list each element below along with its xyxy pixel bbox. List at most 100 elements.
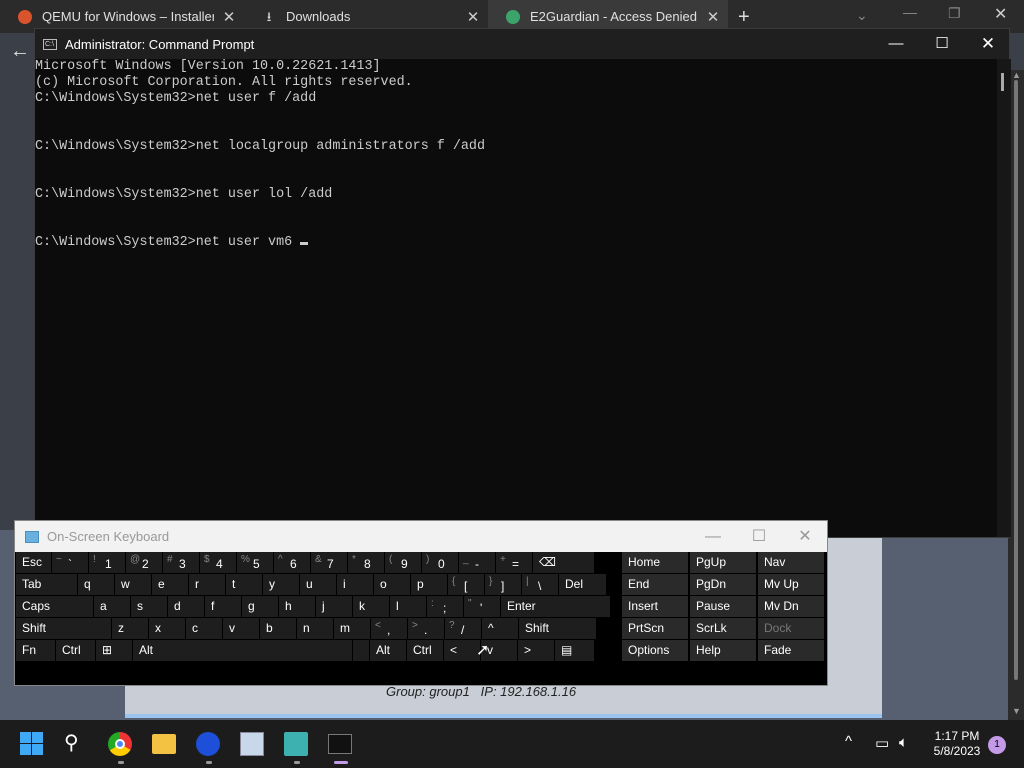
key--[interactable]: ^ — [482, 618, 518, 639]
volume-icon[interactable]: 🔈︎ — [899, 734, 908, 751]
key-u[interactable]: u — [300, 574, 336, 595]
terminal-icon[interactable] — [328, 734, 352, 754]
key-4[interactable]: $4 — [200, 552, 236, 573]
sonic-app-icon[interactable] — [196, 732, 220, 756]
command-prompt-window[interactable]: C:\ Administrator: Command Prompt — ☐ ✕ … — [34, 28, 1011, 538]
key--[interactable]: + = — [496, 552, 532, 573]
network-icon[interactable]: ▭ — [875, 734, 889, 752]
key-esc[interactable]: Esc — [16, 552, 51, 573]
key-z[interactable]: z — [112, 618, 148, 639]
key--[interactable]: ▤ — [555, 640, 594, 661]
new-tab-button[interactable]: + — [738, 6, 750, 29]
key--[interactable]: ⌫ — [533, 552, 594, 573]
key-q[interactable]: q — [78, 574, 114, 595]
key-v[interactable]: v — [223, 618, 259, 639]
key-5[interactable]: % 5 — [237, 552, 273, 573]
key--[interactable]: _ - — [459, 552, 495, 573]
key-s[interactable]: s — [131, 596, 167, 617]
key-f[interactable]: f — [205, 596, 241, 617]
cmd-scrollbar[interactable] — [997, 59, 1011, 537]
osk-title-bar[interactable]: On-Screen Keyboard — ☐ ✕ — [15, 521, 827, 552]
key-i[interactable]: i — [337, 574, 373, 595]
chrome-icon[interactable] — [108, 732, 132, 756]
key-n[interactable]: n — [297, 618, 333, 639]
key-a[interactable]: a — [94, 596, 130, 617]
key-help[interactable]: Help — [690, 640, 756, 661]
key-m[interactable]: m — [334, 618, 370, 639]
key-r[interactable]: r — [189, 574, 225, 595]
key--[interactable]: <, — [371, 618, 407, 639]
key--[interactable]: > — [518, 640, 554, 661]
key-pause[interactable]: Pause — [690, 596, 756, 617]
close-icon[interactable]: ✕ — [994, 4, 1007, 24]
key--[interactable]: | \ — [522, 574, 558, 595]
key-2[interactable]: @2 — [126, 552, 162, 573]
key-0[interactable]: ) 0 — [422, 552, 458, 573]
key-options[interactable]: Options — [622, 640, 688, 661]
key--[interactable]: ⊞ — [96, 640, 132, 661]
key-d[interactable]: d — [168, 596, 204, 617]
network-monitor-icon[interactable] — [240, 732, 264, 756]
tab-search-icon[interactable]: ⌄ — [856, 7, 868, 24]
key-prtscn[interactable]: PrtScn — [622, 618, 688, 639]
key-alt[interactable]: Alt — [133, 640, 352, 661]
osk-maximize-button[interactable]: ☐ — [736, 521, 782, 552]
restore-icon[interactable]: ❐ — [948, 5, 961, 22]
scroll-thumb[interactable] — [1014, 80, 1018, 680]
key-8[interactable]: * 8 — [348, 552, 384, 573]
scroll-up-icon[interactable]: ▲ — [1012, 70, 1021, 80]
key-b[interactable]: b — [260, 618, 296, 639]
cmd-maximize-button[interactable]: ☐ — [919, 29, 965, 59]
key-pgup[interactable]: PgUp — [690, 552, 756, 573]
file-explorer-icon[interactable] — [152, 734, 176, 754]
key-ctrl[interactable]: Ctrl — [56, 640, 95, 661]
key-6[interactable]: ^ 6 — [274, 552, 310, 573]
minimize-icon[interactable]: — — [903, 4, 917, 20]
key-caps[interactable]: Caps — [16, 596, 93, 617]
key-7[interactable]: & 7 — [311, 552, 347, 573]
key-scrlk[interactable]: ScrLk — [690, 618, 756, 639]
close-tab-icon[interactable]: ✕ — [214, 8, 244, 26]
cmd-close-button[interactable]: ✕ — [965, 29, 1011, 59]
key-e[interactable]: e — [152, 574, 188, 595]
key-1[interactable]: ! 1 — [89, 552, 125, 573]
chevron-up-icon[interactable]: ^ — [845, 733, 852, 750]
key-p[interactable]: p — [411, 574, 447, 595]
notification-badge[interactable]: 1 — [988, 736, 1006, 754]
key-ctrl[interactable]: Ctrl — [407, 640, 443, 661]
key-t[interactable]: t — [226, 574, 262, 595]
search-icon[interactable]: ⚲ — [64, 732, 88, 756]
key-y[interactable]: y — [263, 574, 299, 595]
key-k[interactable]: k — [353, 596, 389, 617]
key-fade[interactable]: Fade — [758, 640, 824, 661]
key-9[interactable]: (9 — [385, 552, 421, 573]
key-j[interactable]: j — [316, 596, 352, 617]
key-nav[interactable]: Nav — [758, 552, 824, 573]
app-icon[interactable] — [284, 732, 308, 756]
cmd-title-bar[interactable]: C:\ Administrator: Command Prompt — ☐ ✕ — [35, 29, 1009, 59]
key-tab[interactable]: Tab — [16, 574, 77, 595]
key-shift[interactable]: Shift — [16, 618, 111, 639]
key-del[interactable]: Del — [559, 574, 606, 595]
key-c[interactable]: c — [186, 618, 222, 639]
key--[interactable]: }] — [485, 574, 521, 595]
on-screen-keyboard[interactable]: On-Screen Keyboard — ☐ ✕ Esc ~ `! 1 @2 #3 $4% 5… — [14, 520, 828, 686]
key-insert[interactable]: Insert — [622, 596, 688, 617]
key-space[interactable] — [353, 640, 369, 661]
back-arrow-icon[interactable]: ← — [10, 40, 30, 63]
cmd-scroll-thumb[interactable] — [1001, 73, 1004, 91]
cmd-minimize-button[interactable]: — — [873, 29, 919, 59]
key--[interactable]: ? / — [445, 618, 481, 639]
key-dock[interactable]: Dock — [758, 618, 824, 639]
close-tab-icon[interactable]: ✕ — [698, 8, 728, 26]
key--[interactable]: < — [444, 640, 480, 661]
key-g[interactable]: g — [242, 596, 278, 617]
key-end[interactable]: End — [622, 574, 688, 595]
key-x[interactable]: x — [149, 618, 185, 639]
key--[interactable]: >. — [408, 618, 444, 639]
cmd-output[interactable]: Microsoft Windows [Version 10.0.22621.14… — [35, 59, 995, 537]
key-o[interactable]: o — [374, 574, 410, 595]
key-enter[interactable]: Enter — [501, 596, 610, 617]
windows-start-icon[interactable] — [20, 732, 44, 756]
clock[interactable]: 1:17 PM 5/8/2023 — [922, 729, 992, 759]
